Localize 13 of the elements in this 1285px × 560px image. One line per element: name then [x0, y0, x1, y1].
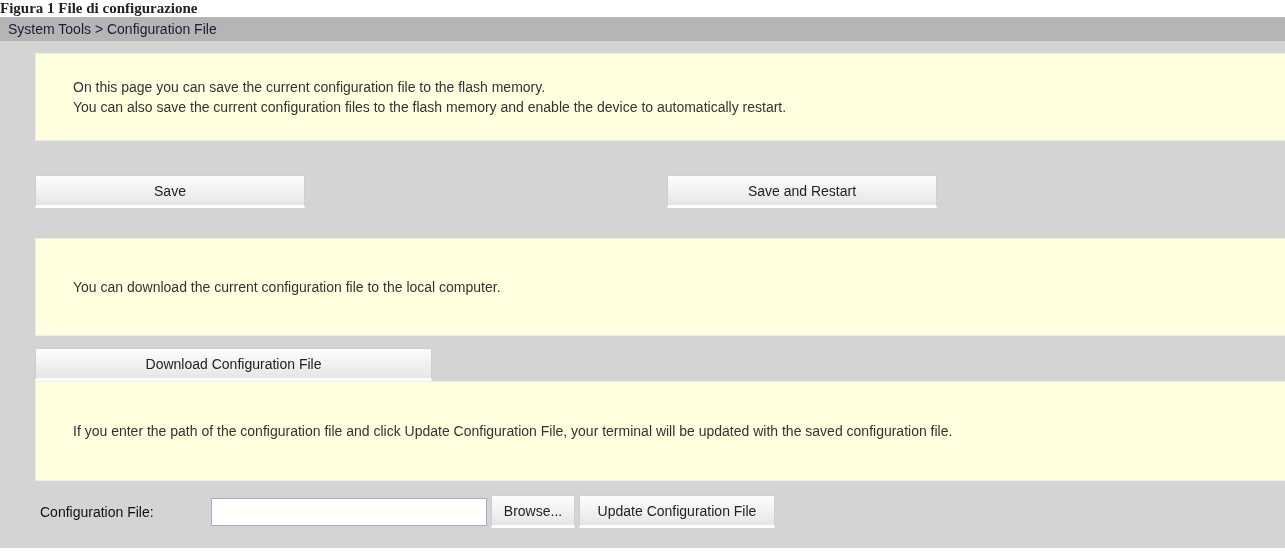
field-label: Configuration File: [39, 503, 155, 520]
download-button[interactable]: Download Configuration File [35, 348, 432, 381]
file-path-field[interactable] [211, 497, 487, 526]
update-button[interactable]: Update Configuration File [579, 495, 775, 528]
info-text: You can download the current configuration file to the local computer. [73, 278, 502, 297]
info-text: On this page you can save the current configuration file to the flash memory. [73, 78, 547, 97]
breadcrumb: System Tools > Configuration File [8, 20, 217, 39]
browse-button[interactable]: Browse... [491, 495, 575, 528]
save-button[interactable]: Save [35, 175, 305, 208]
info-text: If you enter the path of the configuration file and click Update Configuration File, your terminal will be updated with the saved configuration file. [73, 422, 954, 441]
figure-caption: Figura 1 File di configurazione [0, 0, 198, 17]
save-and-restart-button[interactable]: Save and Restart [667, 175, 937, 208]
info-text: You can also save the current configuration files to the flash memory and enable the device to automatically restart. [73, 98, 788, 117]
